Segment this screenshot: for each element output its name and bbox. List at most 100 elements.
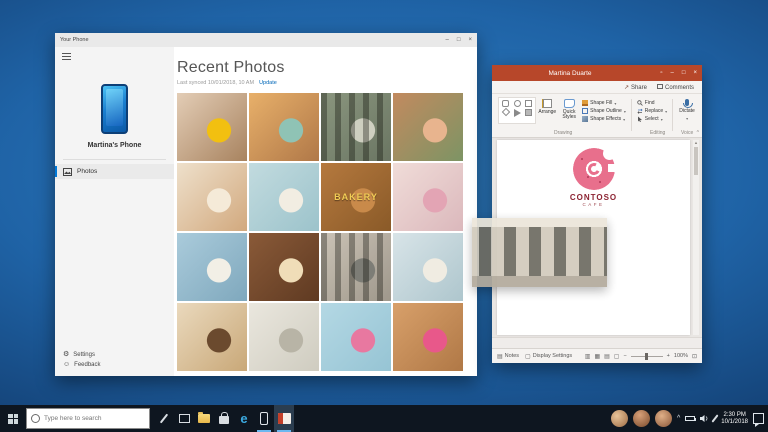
ribbon-display-options-icon[interactable]: ▫ [660, 70, 662, 76]
show-hidden-icons-chevron[interactable]: ^ [677, 415, 680, 423]
sidebar-item-label: Photos [77, 168, 98, 175]
cortana-icon [31, 414, 40, 423]
scroll-up-icon[interactable]: ▲ [693, 140, 699, 145]
minimize-icon[interactable]: – [446, 37, 449, 43]
windows-logo-icon [8, 413, 18, 424]
donut-logo-icon [572, 147, 617, 190]
powerpoint-titlebar[interactable]: Martina Duarte ▫ – □ × [492, 65, 702, 81]
photo-feet-on-log[interactable] [321, 93, 391, 161]
photo-bakery-sign[interactable]: BAKERY [321, 163, 391, 231]
photo-cheesecake[interactable] [177, 233, 247, 301]
minimize-icon[interactable]: – [671, 70, 674, 76]
cursor-icon [637, 116, 642, 122]
shape-filled-icon[interactable] [525, 109, 533, 116]
replace-icon [637, 108, 643, 114]
comments-button[interactable]: Comments [656, 83, 694, 91]
reading-view-icon[interactable]: ▤ [604, 353, 610, 360]
maximize-icon[interactable]: □ [457, 37, 461, 43]
search-input[interactable] [44, 415, 139, 422]
taskbar-search[interactable] [26, 408, 150, 429]
shape-fill-button[interactable]: Shape Fill ▾ [582, 100, 626, 106]
photos-icon [63, 167, 72, 176]
photo-dog-with-ball[interactable] [177, 93, 247, 161]
start-button[interactable] [0, 405, 26, 432]
dragged-photo-cafe-storefront[interactable] [472, 218, 607, 287]
maximize-icon[interactable]: □ [682, 70, 686, 76]
chevron-down-icon: ▾ [614, 100, 617, 106]
hamburger-menu-icon[interactable] [62, 53, 71, 60]
photo-baking-flatlay[interactable] [249, 163, 319, 231]
find-button[interactable]: Find [637, 100, 667, 106]
shapes-gallery[interactable] [498, 97, 537, 124]
photo-bakery-interior[interactable] [393, 233, 463, 301]
fit-slide-icon[interactable]: ⊡ [692, 353, 697, 360]
photo-two-donuts[interactable] [321, 303, 391, 371]
powerpoint-statusbar: ▤ Notes ▢ Display Settings ▥ ▦ ▤ ▢ − + 1… [492, 348, 702, 363]
microsoft-store-button[interactable] [214, 405, 234, 432]
shape-diamond-icon[interactable] [501, 107, 510, 117]
windows-ink-button[interactable] [154, 405, 174, 432]
people-avatar[interactable] [633, 410, 650, 427]
close-icon[interactable]: × [693, 70, 697, 76]
task-view-button[interactable] [174, 405, 194, 432]
action-center-icon[interactable] [753, 413, 764, 427]
zoom-slider[interactable] [630, 352, 663, 360]
select-button[interactable]: Select ▾ [637, 116, 667, 122]
powerpoint-taskbar-button[interactable] [274, 405, 294, 432]
zoom-out-icon[interactable]: − [623, 353, 626, 359]
replace-button[interactable]: Replace ▾ [637, 108, 667, 114]
battery-icon[interactable] [685, 416, 697, 421]
photo-many-donuts[interactable] [393, 303, 463, 371]
shape-square-icon[interactable] [525, 100, 533, 107]
quick-styles-icon [563, 99, 575, 108]
shape-circle-icon[interactable] [513, 100, 521, 107]
photo-kitchen-tools[interactable] [249, 303, 319, 371]
normal-view-icon[interactable]: ▥ [585, 353, 591, 360]
your-phone-taskbar-button[interactable] [254, 405, 274, 432]
share-button[interactable]: ↗ Share [624, 84, 647, 91]
update-link[interactable]: Update [259, 80, 277, 86]
shape-rounded-rect-icon[interactable] [502, 100, 510, 107]
arrange-icon [542, 99, 553, 108]
desktop: Your Phone – □ × Martina's Phone Photos … [0, 0, 768, 432]
people-avatar[interactable] [655, 410, 672, 427]
edge-button[interactable]: e [234, 405, 254, 432]
zoom-in-icon[interactable]: + [667, 353, 670, 359]
ribbon-group-divider [630, 99, 632, 131]
page-title: Recent Photos [177, 59, 285, 76]
vertical-scrollbar[interactable]: ▲ [693, 140, 699, 335]
photo-cupcakes[interactable] [249, 233, 319, 301]
collapse-ribbon-icon[interactable]: ^ [697, 130, 699, 136]
sidebar-item-feedback[interactable]: ☺ Feedback [55, 361, 174, 368]
microphone-icon [683, 99, 694, 108]
display-settings-button[interactable]: ▢ Display Settings [525, 353, 572, 360]
notes-button[interactable]: ▤ Notes [497, 353, 519, 360]
sidebar-item-photos[interactable]: Photos [55, 164, 174, 179]
your-phone-titlebar[interactable]: Your Phone – □ × [55, 33, 477, 47]
device-name: Martina's Phone [87, 142, 142, 149]
photo-pink-donuts[interactable] [393, 163, 463, 231]
scrollbar-thumb[interactable] [694, 147, 698, 175]
slideshow-icon[interactable]: ▢ [614, 353, 620, 360]
taskbar-clock[interactable]: 2:30 PM 10/1/2018 [721, 412, 748, 426]
zoom-slider-thumb[interactable] [644, 352, 648, 360]
shape-outline-button[interactable]: Shape Outline ▾ [582, 108, 626, 114]
shape-outline-icon [582, 108, 589, 114]
people-avatar[interactable] [611, 410, 628, 427]
shape-effects-button[interactable]: Shape Effects ▾ [582, 116, 626, 122]
sidebar-item-settings[interactable]: ⚙ Settings [55, 351, 174, 358]
task-view-icon [178, 414, 190, 423]
photo-family-selfie[interactable] [393, 93, 463, 161]
close-icon[interactable]: × [468, 37, 472, 43]
gear-icon: ⚙ [63, 351, 70, 358]
photo-cafe-storefront[interactable] [321, 233, 391, 301]
photo-beach-kids[interactable] [177, 163, 247, 231]
photo-baking-eggs[interactable] [177, 303, 247, 371]
slide-sorter-icon[interactable]: ▦ [594, 353, 600, 360]
tray-pen-icon[interactable] [711, 414, 719, 423]
file-explorer-button[interactable] [194, 405, 214, 432]
phone-icon [260, 412, 268, 425]
shape-arrow-icon[interactable] [513, 109, 521, 117]
volume-icon[interactable] [700, 414, 709, 423]
photo-flower-field[interactable] [249, 93, 319, 161]
